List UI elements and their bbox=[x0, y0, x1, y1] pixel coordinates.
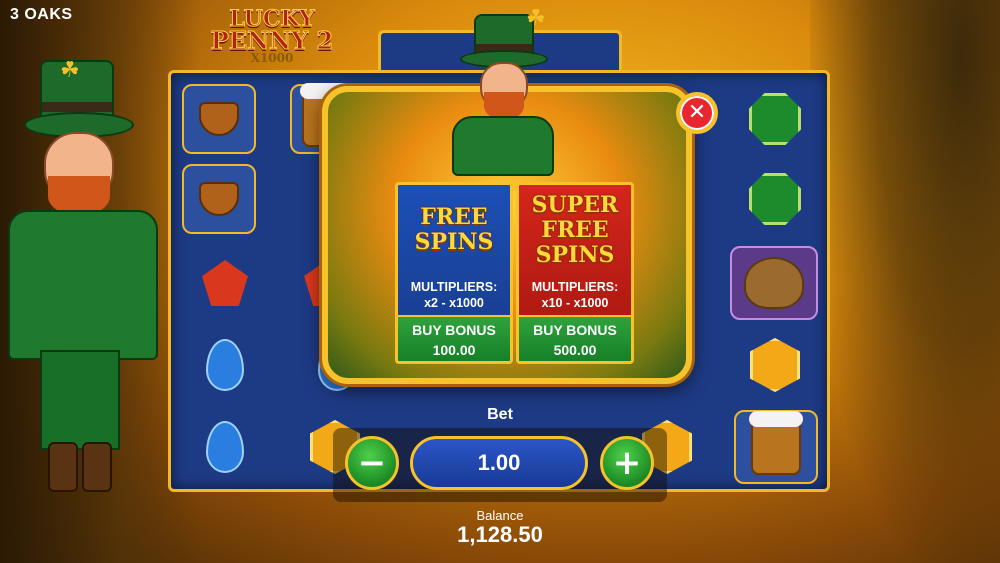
plus-icon: + bbox=[612, 443, 642, 483]
provider-logo: 3 OAKS bbox=[10, 6, 73, 23]
green-gem-symbol bbox=[738, 84, 812, 154]
increase-bet-button[interactable]: + bbox=[600, 436, 654, 490]
popup-leprechaun: ☘ bbox=[448, 8, 558, 178]
balance-value: 1,128.50 bbox=[457, 522, 543, 547]
close-button[interactable]: ✕ bbox=[676, 92, 718, 134]
clover-icon: ☘ bbox=[526, 6, 546, 31]
free-spins-title: FREE SPINS bbox=[414, 204, 494, 255]
bet-value-display: 1.00 bbox=[410, 436, 588, 490]
decrease-bet-button[interactable]: − bbox=[345, 436, 399, 490]
super-free-spins-title: SUPER FREE SPINS bbox=[531, 192, 619, 268]
close-icon: ✕ bbox=[687, 100, 707, 125]
buy-bonus-label: BUY BONUS bbox=[533, 322, 617, 338]
clover-icon: ☘ bbox=[60, 58, 80, 83]
free-spins-card[interactable]: FREE SPINS MULTIPLIERS: x2 - x1000 BUY B… bbox=[395, 182, 513, 364]
pipe-symbol bbox=[182, 164, 256, 234]
green-gem-symbol bbox=[738, 164, 812, 234]
blue-drop-symbol bbox=[188, 412, 262, 482]
bet-label: Bet bbox=[487, 406, 513, 423]
red-gem-symbol bbox=[188, 248, 262, 318]
yellow-gem-symbol bbox=[738, 330, 812, 400]
buy-bonus-price: 100.00 bbox=[432, 342, 476, 358]
free-spins-multipliers: MULTIPLIERS: x2 - x1000 bbox=[398, 279, 510, 311]
multipliers-range: x2 - x1000 bbox=[424, 296, 484, 310]
minus-icon: − bbox=[357, 443, 387, 483]
super-free-spins-card[interactable]: SUPER FREE SPINS MULTIPLIERS: x10 - x100… bbox=[516, 182, 634, 364]
leprechaun-character: ☘ bbox=[0, 50, 170, 510]
game-logo: LUCKY PENNY 2 X1000 bbox=[198, 8, 346, 70]
coin-bag-symbol bbox=[730, 246, 818, 320]
multipliers-label: MULTIPLIERS: bbox=[531, 280, 619, 294]
multipliers-range: x10 - x1000 bbox=[541, 296, 609, 310]
buy-bonus-price: 500.00 bbox=[553, 342, 597, 358]
buy-free-spins-button[interactable]: BUY BONUS 100.00 bbox=[398, 315, 510, 361]
balance-label: Balance bbox=[476, 508, 524, 523]
logo-line-2: PENNY 2 bbox=[210, 26, 334, 55]
beer-mug-symbol bbox=[734, 410, 818, 484]
buy-super-free-spins-button[interactable]: BUY BONUS 500.00 bbox=[519, 315, 631, 361]
pipe-symbol bbox=[182, 84, 256, 154]
super-free-spins-multipliers: MULTIPLIERS: x10 - x1000 bbox=[519, 279, 631, 311]
blue-drop-symbol bbox=[188, 330, 262, 400]
forest-background-right bbox=[810, 0, 1000, 563]
buy-bonus-label: BUY BONUS bbox=[412, 322, 496, 338]
multipliers-label: MULTIPLIERS: bbox=[410, 280, 498, 294]
